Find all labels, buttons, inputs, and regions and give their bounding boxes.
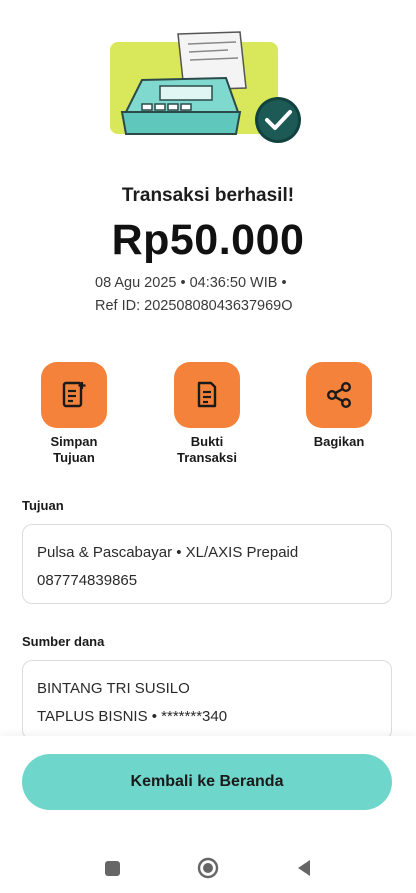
destination-section-label: Tujuan: [22, 498, 64, 513]
recent-apps-icon[interactable]: [100, 856, 124, 880]
action-row: Simpan Tujuan Bukti Transaksi Bagikan: [0, 362, 416, 472]
destination-card: Pulsa & Pascabayar • XL/AXIS Prepaid 087…: [22, 524, 392, 604]
transaction-proof-action[interactable]: Bukti Transaksi: [157, 362, 257, 466]
home-icon[interactable]: [196, 856, 220, 880]
transaction-status-title: Transaksi berhasil!: [121, 185, 295, 206]
transaction-amount: Rp50.000: [111, 216, 305, 264]
transaction-datetime: 08 Agu 2025 • 04:36:50 WIB •: [95, 275, 287, 291]
save-destination-label-2: Tujuan: [53, 450, 95, 465]
funding-source-section-label: Sumber dana: [22, 634, 105, 649]
payment-terminal-icon: [110, 31, 301, 143]
funding-source-card: BINTANG TRI SUSILO TAPLUS BISNIS • *****…: [22, 660, 392, 740]
transaction-ref-id: Ref ID: 20250808043637969O: [95, 298, 293, 314]
save-note-icon: [62, 381, 86, 408]
share-action[interactable]: Bagikan: [289, 362, 389, 450]
save-destination-action[interactable]: Simpan Tujuan: [24, 362, 124, 466]
transaction-proof-button[interactable]: [174, 362, 240, 428]
back-to-home-button[interactable]: Kembali ke Beranda: [22, 754, 392, 810]
success-illustration: [100, 28, 310, 150]
destination-product: Pulsa & Pascabayar • XL/AXIS Prepaid: [37, 544, 299, 561]
funding-source-name: BINTANG TRI SUSILO: [37, 680, 190, 697]
system-navigation-bar: [0, 846, 416, 886]
share-button[interactable]: [306, 362, 372, 428]
transaction-proof-label-1: Bukti: [190, 434, 224, 449]
funding-source-account: TAPLUS BISNIS • *******340: [37, 708, 228, 725]
transaction-proof-label-2: Transaksi: [177, 450, 237, 465]
share-icon: [326, 382, 352, 409]
receipt-icon: [197, 381, 217, 408]
share-label: Bagikan: [313, 434, 365, 449]
save-destination-label-1: Simpan: [50, 434, 98, 449]
save-destination-button[interactable]: [41, 362, 107, 428]
destination-phone-number: 087774839865: [37, 572, 138, 589]
back-icon[interactable]: [292, 856, 316, 880]
bottom-bar: Kembali ke Beranda: [0, 736, 416, 893]
transaction-meta: 08 Agu 2025 • 04:36:50 WIB • Ref ID: 202…: [95, 272, 355, 318]
